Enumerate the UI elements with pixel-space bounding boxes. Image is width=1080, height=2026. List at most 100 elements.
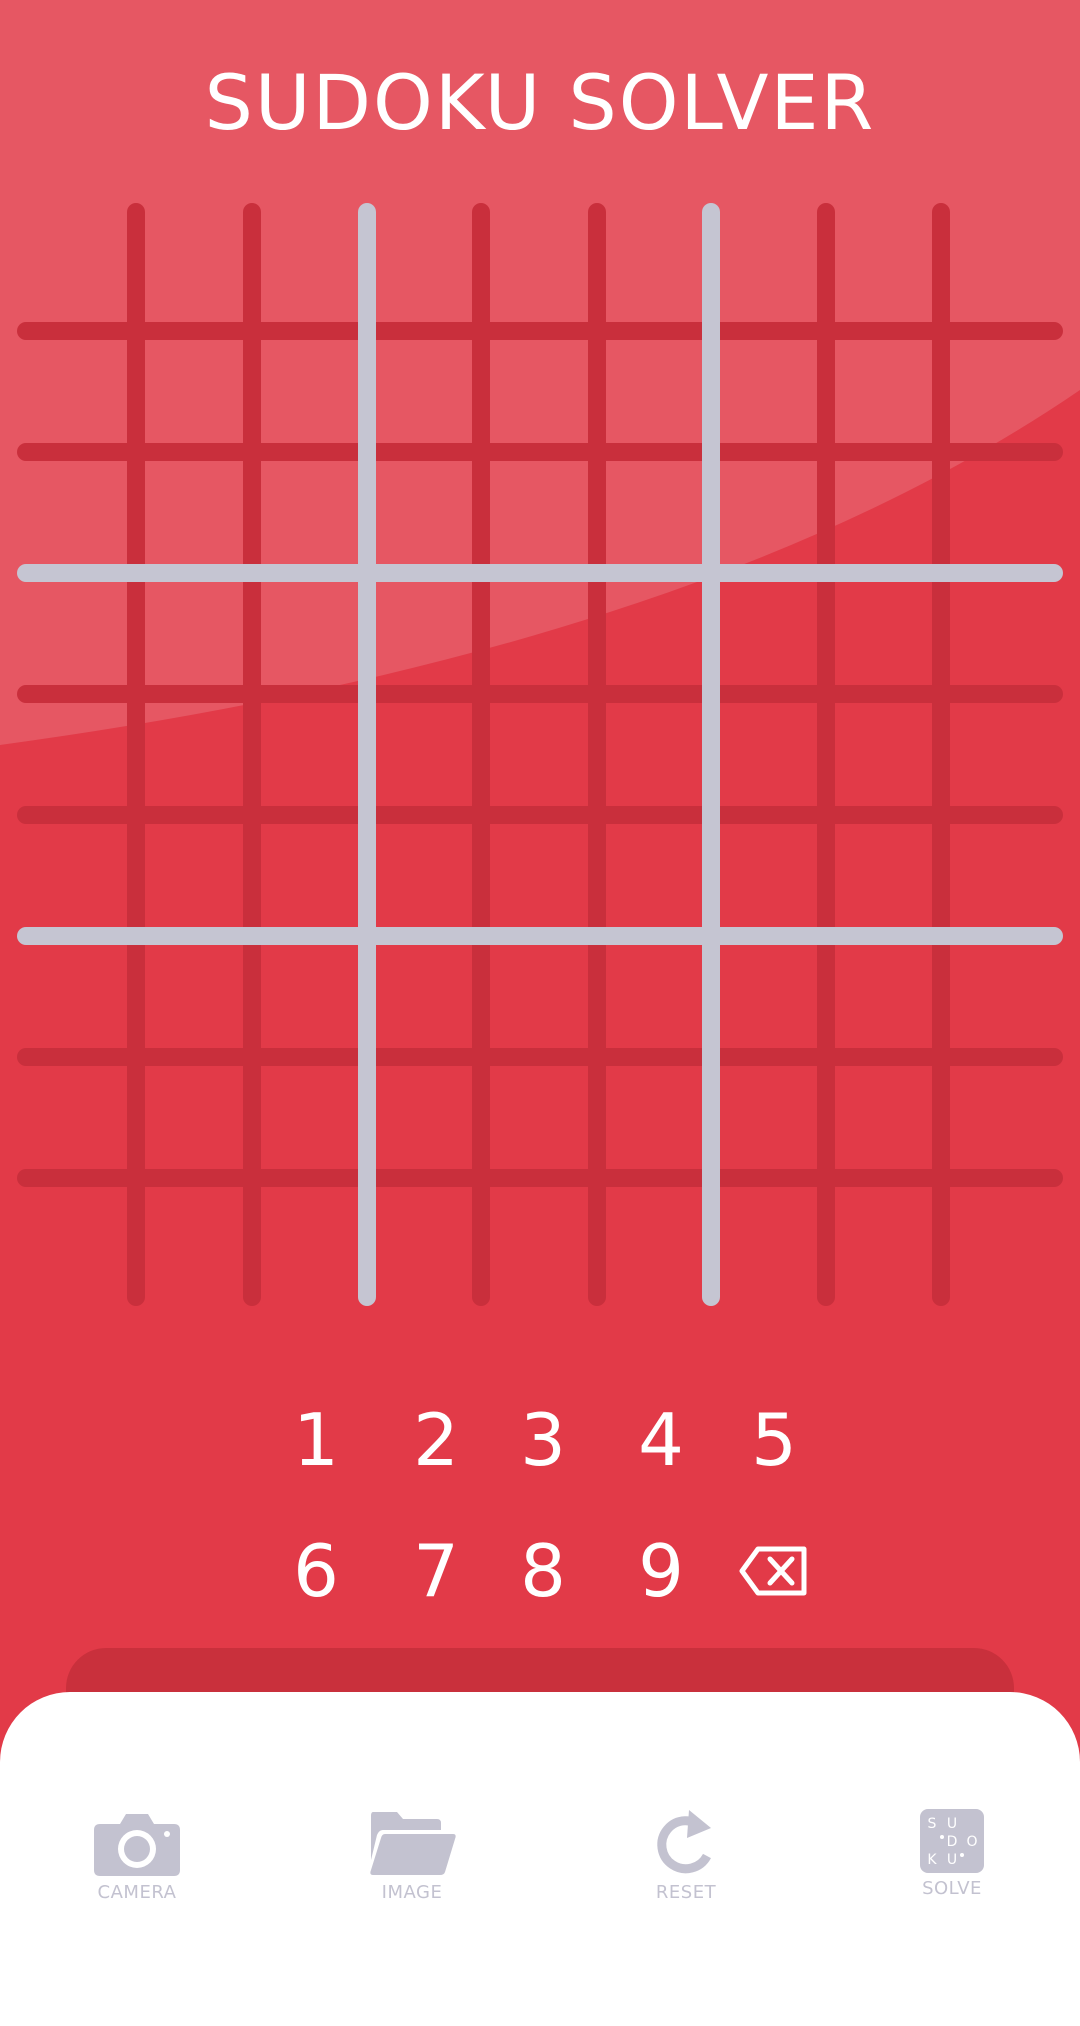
key-2[interactable]: 2 [386,1385,486,1495]
solve-icon-letter-d: D [947,1834,958,1850]
sudoku-cell[interactable] [376,1187,472,1297]
sudoku-cell[interactable] [720,824,817,927]
solve-button[interactable]: S U D O K U SOLVE [852,1808,1052,1918]
image-label: IMAGE [381,1882,443,1903]
sudoku-cell[interactable] [950,212,1054,322]
sudoku-cell[interactable] [145,340,243,443]
sudoku-cell[interactable] [950,824,1054,927]
sudoku-cell[interactable] [261,1187,358,1297]
sudoku-cell[interactable] [261,824,358,927]
sudoku-cell[interactable] [26,340,127,443]
sudoku-cell[interactable] [490,212,588,322]
sudoku-cell[interactable] [835,1066,932,1169]
sudoku-cell[interactable] [376,1066,472,1169]
sudoku-cell[interactable] [490,824,588,927]
sudoku-cell[interactable] [950,340,1054,443]
sudoku-cell[interactable] [720,703,817,806]
key-4[interactable]: 4 [611,1385,711,1495]
reset-button[interactable]: RESET [586,1808,786,1918]
key-7[interactable]: 7 [386,1516,486,1626]
sudoku-cell[interactable] [720,340,817,443]
sudoku-cell[interactable] [26,824,127,927]
sudoku-cell[interactable] [261,582,358,685]
sudoku-cell[interactable] [835,1187,932,1297]
sudoku-cell[interactable] [261,461,358,564]
sudoku-cell[interactable] [606,1187,702,1297]
sudoku-cell[interactable] [26,1066,127,1169]
key-9[interactable]: 9 [611,1516,711,1626]
sudoku-cell[interactable] [950,1066,1054,1169]
sudoku-cell[interactable] [261,340,358,443]
key-6[interactable]: 6 [266,1516,366,1626]
sudoku-cell[interactable] [26,212,127,322]
sudoku-cell[interactable] [835,582,932,685]
sudoku-cell[interactable] [835,703,932,806]
sudoku-cell[interactable] [490,340,588,443]
sudoku-cell[interactable] [145,824,243,927]
sudoku-cell[interactable] [145,212,243,322]
sudoku-cell[interactable] [490,1066,588,1169]
sudoku-cell[interactable] [26,703,127,806]
sudoku-cell[interactable] [490,945,588,1048]
key-1[interactable]: 1 [266,1385,366,1495]
sudoku-cell[interactable] [606,582,702,685]
camera-button[interactable]: CAMERA [37,1808,237,1918]
sudoku-cell[interactable] [145,703,243,806]
sudoku-cell[interactable] [606,212,702,322]
sudoku-cell[interactable] [376,582,472,685]
sudoku-cell[interactable] [376,824,472,927]
sudoku-cell[interactable] [490,1187,588,1297]
sudoku-cell[interactable] [376,212,472,322]
sudoku-cell[interactable] [261,212,358,322]
sudoku-cell[interactable] [26,461,127,564]
sudoku-cell[interactable] [376,945,472,1048]
sudoku-cell[interactable] [490,461,588,564]
sudoku-cell[interactable] [950,1187,1054,1297]
sudoku-cell[interactable] [376,703,472,806]
camera-label: CAMERA [97,1882,177,1903]
key-5[interactable]: 5 [724,1385,824,1495]
sudoku-cell[interactable] [261,945,358,1048]
sudoku-cell[interactable] [26,945,127,1048]
sudoku-cell[interactable] [490,703,588,806]
sudoku-cell[interactable] [26,582,127,685]
sudoku-cell[interactable] [720,582,817,685]
sudoku-cell[interactable] [950,945,1054,1048]
sudoku-cell[interactable] [26,1187,127,1297]
sudoku-cell[interactable] [145,1187,243,1297]
sudoku-cell[interactable] [261,703,358,806]
sudoku-cell[interactable] [835,824,932,927]
reset-icon [657,1810,711,1874]
sudoku-cell[interactable] [606,703,702,806]
sudoku-cell[interactable] [606,945,702,1048]
sudoku-cell[interactable] [720,461,817,564]
key-8[interactable]: 8 [493,1516,593,1626]
sudoku-cell[interactable] [835,340,932,443]
sudoku-cell[interactable] [145,945,243,1048]
sudoku-cell[interactable] [606,824,702,927]
sudoku-cell[interactable] [145,582,243,685]
sudoku-cell[interactable] [835,945,932,1048]
sudoku-cell[interactable] [720,1066,817,1169]
solve-icon-letter-u2: U [947,1852,957,1868]
sudoku-cell[interactable] [950,582,1054,685]
sudoku-cell[interactable] [720,212,817,322]
sudoku-cell[interactable] [606,461,702,564]
image-button[interactable]: IMAGE [312,1808,512,1918]
sudoku-cell[interactable] [835,461,932,564]
sudoku-cell[interactable] [606,340,702,443]
key-3[interactable]: 3 [493,1385,593,1495]
sudoku-cell[interactable] [720,1187,817,1297]
sudoku-cell[interactable] [376,340,472,443]
sudoku-cell[interactable] [950,703,1054,806]
sudoku-cell[interactable] [606,1066,702,1169]
sudoku-cell[interactable] [261,1066,358,1169]
sudoku-cell[interactable] [950,461,1054,564]
backspace-button[interactable] [724,1516,824,1626]
sudoku-cell[interactable] [145,461,243,564]
sudoku-cell[interactable] [490,582,588,685]
sudoku-cell[interactable] [720,945,817,1048]
sudoku-cell[interactable] [376,461,472,564]
sudoku-cell[interactable] [145,1066,243,1169]
sudoku-cell[interactable] [835,212,932,322]
